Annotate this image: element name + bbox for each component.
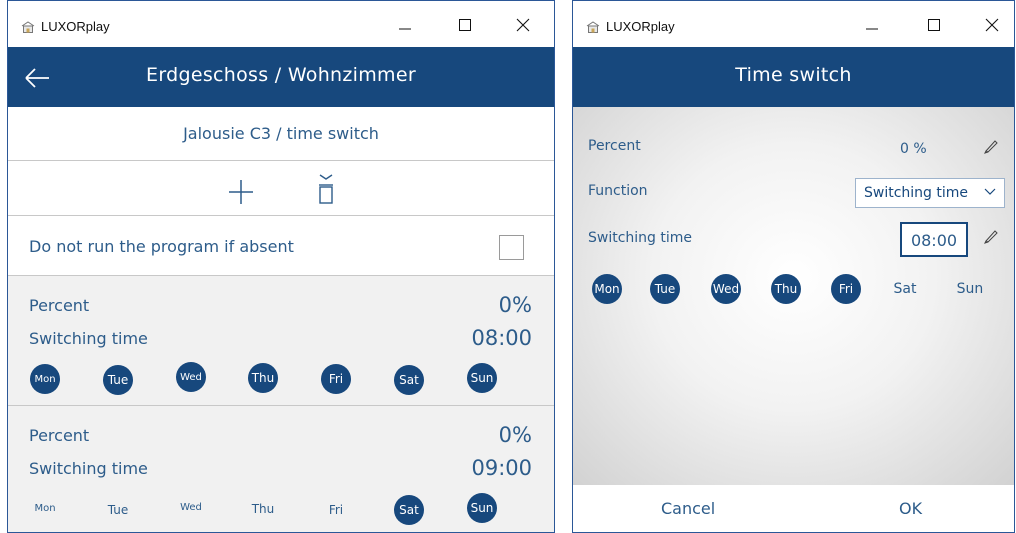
switching-time-value: 09:00 xyxy=(471,456,532,480)
day-wed: Wed xyxy=(180,501,202,513)
delete-icon[interactable] xyxy=(317,173,335,205)
day-sun: Sun xyxy=(467,363,497,393)
percent-label: Percent xyxy=(29,296,90,315)
maximize-button[interactable] xyxy=(919,13,949,37)
chevron-down-icon xyxy=(984,188,996,195)
time-switch-dialog: LUXORplay Time switch Percent 0 % Functi… xyxy=(572,0,1015,533)
day-wed-toggle[interactable]: Wed xyxy=(711,274,741,304)
day-thu: Thu xyxy=(248,363,278,393)
percent-label: Percent xyxy=(588,138,641,154)
switching-time-label: Switching time xyxy=(588,230,693,246)
day-tue: Tue xyxy=(107,503,129,517)
header-title: Erdgeschoss / Wohnzimmer xyxy=(146,64,416,86)
ok-button[interactable]: OK xyxy=(899,499,922,518)
minimize-icon xyxy=(866,28,878,30)
close-button[interactable] xyxy=(508,13,538,37)
function-select[interactable]: Switching time xyxy=(855,178,1005,208)
percent-label: Percent xyxy=(29,426,90,445)
switching-time-value: 08:00 xyxy=(471,326,532,350)
schedule-entry[interactable]: Percent 0% Switching time 09:00 Mon Tue … xyxy=(8,406,554,532)
pencil-icon[interactable] xyxy=(983,228,999,244)
maximize-icon xyxy=(928,19,940,31)
function-select-value: Switching time xyxy=(864,185,969,201)
switching-time-field[interactable]: 08:00 xyxy=(900,222,968,257)
dialog-body: Percent 0 % Function Switching time Swit… xyxy=(573,107,1014,485)
home-icon xyxy=(586,21,600,33)
absent-option-row: Do not run the program if absent xyxy=(8,216,554,276)
cancel-button[interactable]: Cancel xyxy=(661,499,715,518)
app-header: Erdgeschoss / Wohnzimmer xyxy=(8,47,554,107)
dialog-footer: Cancel OK xyxy=(573,485,1014,532)
app-window-main: LUXORplay Erdgeschoss / Wohnzimmer Jalou… xyxy=(7,0,555,533)
dialog-title: Time switch xyxy=(735,64,852,86)
absent-option-label: Do not run the program if absent xyxy=(29,237,294,256)
maximize-button[interactable] xyxy=(450,13,480,37)
day-fri: Fri xyxy=(328,503,344,517)
page-subtitle: Jalousie C3 / time switch xyxy=(8,107,554,161)
minimize-button[interactable] xyxy=(390,13,420,37)
switching-time-label: Switching time xyxy=(29,459,148,478)
app-title: LUXORplay xyxy=(41,19,110,34)
switching-time-label: Switching time xyxy=(29,329,148,348)
minimize-icon xyxy=(399,28,411,30)
day-mon-toggle[interactable]: Mon xyxy=(592,274,622,304)
day-sun: Sun xyxy=(467,493,497,523)
day-mon: Mon xyxy=(30,364,60,394)
schedule-entry[interactable]: Percent 0% Switching time 08:00 Mon Tue … xyxy=(8,276,554,406)
day-fri: Fri xyxy=(321,364,351,394)
day-sat-toggle[interactable]: Sat xyxy=(890,274,920,304)
percent-value: 0% xyxy=(498,423,532,447)
absent-checkbox[interactable] xyxy=(499,235,524,260)
maximize-icon xyxy=(459,19,471,31)
day-sat: Sat xyxy=(394,495,424,525)
percent-value: 0 % xyxy=(900,141,927,157)
function-label: Function xyxy=(588,183,648,199)
day-tue: Tue xyxy=(103,365,133,395)
plus-icon[interactable] xyxy=(228,179,254,205)
pencil-icon[interactable] xyxy=(983,138,999,154)
app-title: LUXORplay xyxy=(606,19,675,34)
day-thu: Thu xyxy=(251,502,275,516)
title-bar[interactable]: LUXORplay xyxy=(573,1,1014,47)
home-icon xyxy=(21,21,35,33)
minimize-button[interactable] xyxy=(857,13,887,37)
action-bar xyxy=(8,161,554,216)
title-bar[interactable]: LUXORplay xyxy=(8,1,554,47)
day-fri-toggle[interactable]: Fri xyxy=(831,274,861,304)
day-sun-toggle[interactable]: Sun xyxy=(955,274,985,304)
close-button[interactable] xyxy=(977,13,1007,37)
day-sat: Sat xyxy=(394,365,424,395)
close-icon xyxy=(516,18,530,32)
day-wed: Wed xyxy=(176,362,206,392)
day-thu-toggle[interactable]: Thu xyxy=(771,274,801,304)
percent-value: 0% xyxy=(498,293,532,317)
day-mon: Mon xyxy=(34,502,56,514)
close-icon xyxy=(985,18,999,32)
dialog-header: Time switch xyxy=(573,47,1014,107)
day-tue-toggle[interactable]: Tue xyxy=(650,274,680,304)
